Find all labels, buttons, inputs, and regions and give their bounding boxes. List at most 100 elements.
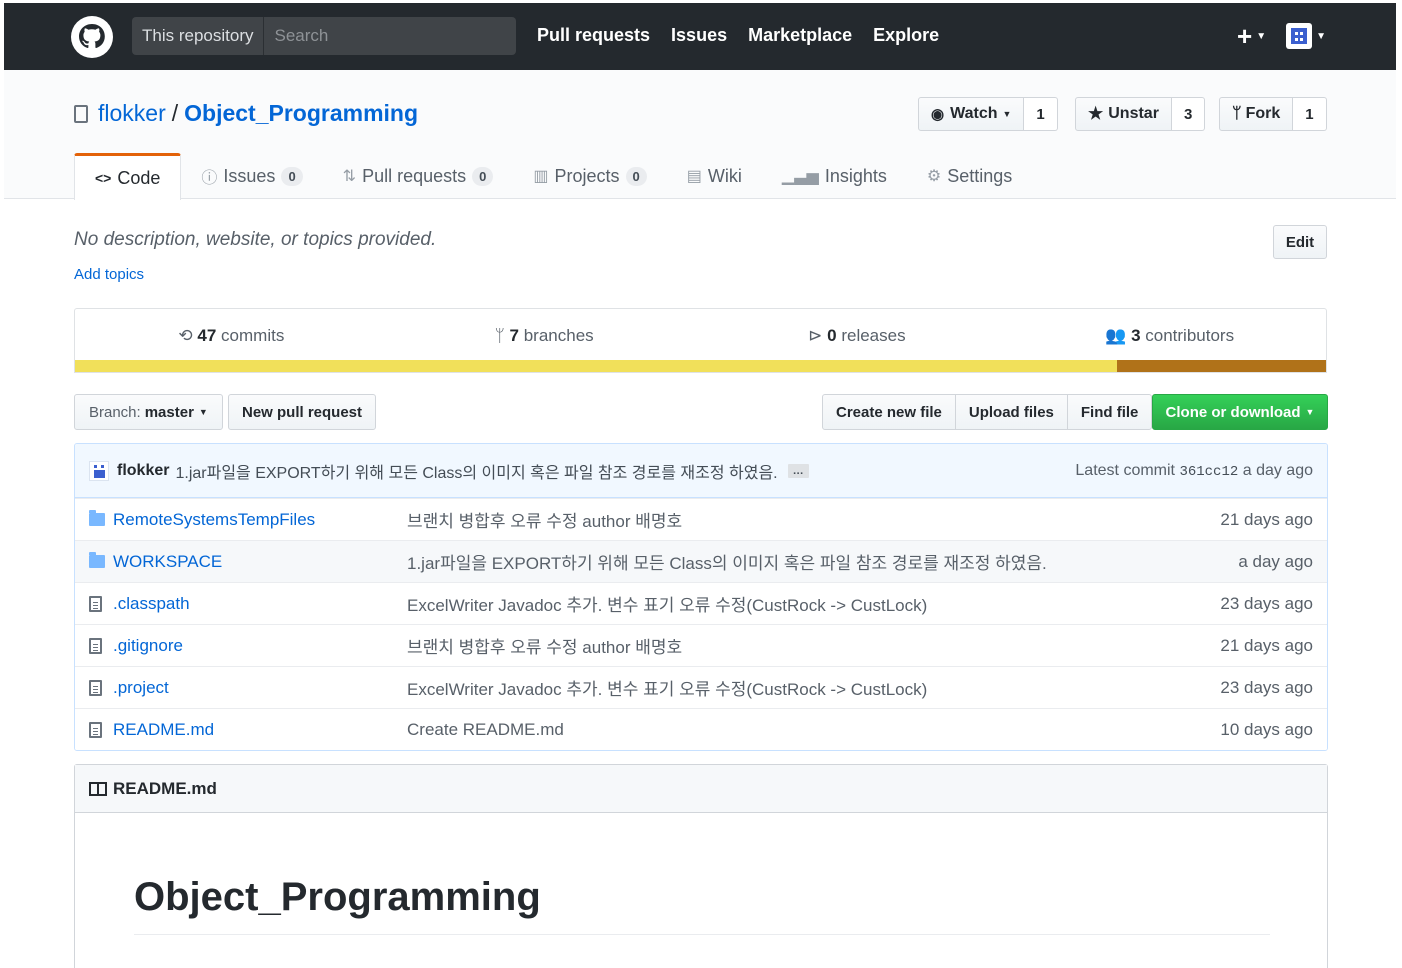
- top-nav: Pull requests Issues Marketplace Explore: [537, 25, 939, 46]
- add-topics-link[interactable]: Add topics: [74, 266, 144, 283]
- repo-owner-link[interactable]: flokker: [98, 100, 166, 127]
- nav-issues[interactable]: Issues: [671, 25, 727, 46]
- nav-marketplace[interactable]: Marketplace: [748, 25, 852, 46]
- file-age: 10 days ago: [1220, 719, 1313, 739]
- new-menu-button[interactable]: + ▼: [1237, 21, 1266, 51]
- folder-icon: [89, 510, 105, 526]
- file-name-link[interactable]: WORKSPACE: [113, 552, 407, 572]
- commits-link[interactable]: ⟲ 47 commits: [75, 326, 388, 346]
- plus-icon: +: [1237, 21, 1253, 51]
- caret-down-icon: ▼: [1316, 30, 1326, 42]
- table-row[interactable]: .classpath ExcelWriter Javadoc 추가. 변수 표기…: [75, 582, 1327, 624]
- repo-name-link[interactable]: Object_Programming: [184, 100, 418, 127]
- graph-icon: ▁▃▅: [781, 168, 819, 185]
- watch-count[interactable]: 1: [1024, 97, 1058, 131]
- watch-button[interactable]: ◉ Watch ▼: [918, 97, 1025, 131]
- history-icon: ⟲: [178, 326, 193, 345]
- releases-link[interactable]: ⊳ 0 releases: [701, 326, 1014, 346]
- file-age: 21 days ago: [1220, 635, 1313, 655]
- github-logo-icon[interactable]: [71, 16, 113, 58]
- fork-button[interactable]: ᛘ Fork: [1219, 97, 1294, 131]
- commit-sha-link[interactable]: 361cc12: [1179, 464, 1238, 480]
- repo-separator: /: [171, 100, 179, 126]
- file-commit-message[interactable]: ExcelWriter Javadoc 추가. 변수 표기 오류 수정(Cust…: [407, 675, 1327, 700]
- fork-count[interactable]: 1: [1293, 97, 1327, 131]
- tab-pull-requests[interactable]: ⇅ Pull requests 0: [323, 153, 514, 199]
- file-commit-message[interactable]: ExcelWriter Javadoc 추가. 변수 표기 오류 수정(Cust…: [407, 591, 1327, 616]
- fork-label: Fork: [1245, 105, 1281, 122]
- branch-prefix: Branch:: [89, 403, 141, 421]
- tab-projects[interactable]: ▥ Projects 0: [513, 153, 666, 199]
- file-age: 23 days ago: [1220, 593, 1313, 613]
- file-commit-message[interactable]: Create README.md: [407, 720, 1327, 740]
- issues-counter: 0: [281, 166, 303, 186]
- create-new-file-button[interactable]: Create new file: [822, 394, 956, 430]
- file-icon: [89, 721, 105, 738]
- avatar: [1286, 23, 1313, 49]
- table-row[interactable]: .project ExcelWriter Javadoc 추가. 변수 표기 오…: [75, 666, 1327, 708]
- search-scope-label[interactable]: This repository: [132, 17, 265, 55]
- folder-icon: [89, 552, 105, 568]
- tab-wiki-label: Wiki: [707, 165, 742, 186]
- file-name-link[interactable]: .project: [113, 678, 407, 698]
- file-navigation: Branch: master ▼ New pull request Create…: [74, 394, 1328, 430]
- tab-settings[interactable]: ⚙ Settings: [907, 153, 1032, 199]
- releases-count: 0: [827, 326, 837, 345]
- contributors-link[interactable]: 👥 3 contributors: [1013, 326, 1326, 346]
- caret-down-icon: ▼: [1002, 109, 1012, 119]
- table-row[interactable]: README.md Create README.md 10 days ago: [75, 708, 1327, 750]
- fork-icon: ᛘ: [1232, 105, 1242, 122]
- edit-description-button[interactable]: Edit: [1273, 225, 1327, 259]
- language-bar[interactable]: [75, 360, 1326, 372]
- gear-icon: ⚙: [926, 168, 942, 185]
- readme-filename: README.md: [113, 778, 217, 798]
- search-box[interactable]: This repository: [132, 17, 516, 55]
- unstar-button[interactable]: ★ Unstar: [1075, 97, 1172, 131]
- tab-insights[interactable]: ▁▃▅ Insights: [762, 153, 907, 199]
- commit-author[interactable]: flokker: [117, 462, 169, 480]
- language-segment-java: [75, 360, 1118, 372]
- header-actions: + ▼ ▼: [1237, 23, 1326, 49]
- avatar[interactable]: [89, 460, 109, 481]
- repo-nav: <> Code ⓘ Issues 0 ⇅ Pull requests 0 ▥ P…: [74, 153, 1032, 200]
- numbers-summary: ⟲ 47 commits ᛘ 7 branches ⊳ 0 releases 👥…: [74, 308, 1327, 373]
- tab-wiki[interactable]: ▤ Wiki: [667, 153, 762, 199]
- nav-pull-requests[interactable]: Pull requests: [537, 25, 650, 46]
- commits-count: 47: [197, 326, 217, 345]
- file-commit-message[interactable]: 1.jar파일을 EXPORT하기 위해 모든 Class의 이미지 혹은 파일…: [407, 549, 1327, 574]
- user-menu-button[interactable]: ▼: [1286, 23, 1326, 49]
- pulls-counter: 0: [472, 166, 494, 186]
- file-name-link[interactable]: .classpath: [113, 594, 407, 614]
- clone-or-download-button[interactable]: Clone or download ▼: [1152, 394, 1328, 430]
- tab-issues[interactable]: ⓘ Issues 0: [181, 153, 322, 199]
- table-row[interactable]: WORKSPACE 1.jar파일을 EXPORT하기 위해 모든 Class의…: [75, 540, 1327, 582]
- tab-projects-label: Projects: [554, 165, 620, 186]
- table-row[interactable]: .gitignore 브랜치 병합후 오류 수정 author 배명호 21 d…: [75, 624, 1327, 666]
- clone-label: Clone or download: [1165, 403, 1301, 421]
- file-name-link[interactable]: RemoteSystemsTempFiles: [113, 510, 407, 530]
- repo-icon: [74, 104, 88, 123]
- branch-select-button[interactable]: Branch: master ▼: [74, 394, 223, 430]
- readme-box: README.md Object_Programming: [74, 764, 1328, 968]
- commit-message[interactable]: 1.jar파일을 EXPORT하기 위해 모든 Class의 이미지 혹은 파일…: [175, 459, 777, 483]
- star-group: ★ Unstar 3: [1075, 97, 1206, 131]
- upload-files-button[interactable]: Upload files: [954, 394, 1068, 430]
- file-commit-message[interactable]: 브랜치 병합후 오류 수정 author 배명호: [407, 633, 1327, 658]
- releases-label: releases: [841, 326, 906, 345]
- file-name-link[interactable]: README.md: [113, 720, 407, 740]
- file-list: flokker 1.jar파일을 EXPORT하기 위해 모든 Class의 이…: [74, 443, 1328, 751]
- star-count[interactable]: 3: [1171, 97, 1206, 131]
- fork-group: ᛘ Fork 1: [1219, 97, 1327, 131]
- latest-commit-prefix: Latest commit: [1075, 461, 1175, 479]
- file-name-link[interactable]: .gitignore: [113, 636, 407, 656]
- expand-commit-button[interactable]: …: [787, 463, 809, 478]
- table-row[interactable]: RemoteSystemsTempFiles 브랜치 병합후 오류 수정 aut…: [75, 498, 1327, 540]
- tab-code[interactable]: <> Code: [74, 153, 182, 200]
- issue-icon: ⓘ: [201, 170, 218, 187]
- new-pull-request-button[interactable]: New pull request: [228, 394, 377, 430]
- search-input[interactable]: [264, 18, 515, 54]
- find-file-button[interactable]: Find file: [1066, 394, 1153, 430]
- file-commit-message[interactable]: 브랜치 병합후 오류 수정 author 배명호: [407, 507, 1327, 532]
- branches-link[interactable]: ᛘ 7 branches: [388, 326, 701, 346]
- nav-explore[interactable]: Explore: [873, 25, 939, 46]
